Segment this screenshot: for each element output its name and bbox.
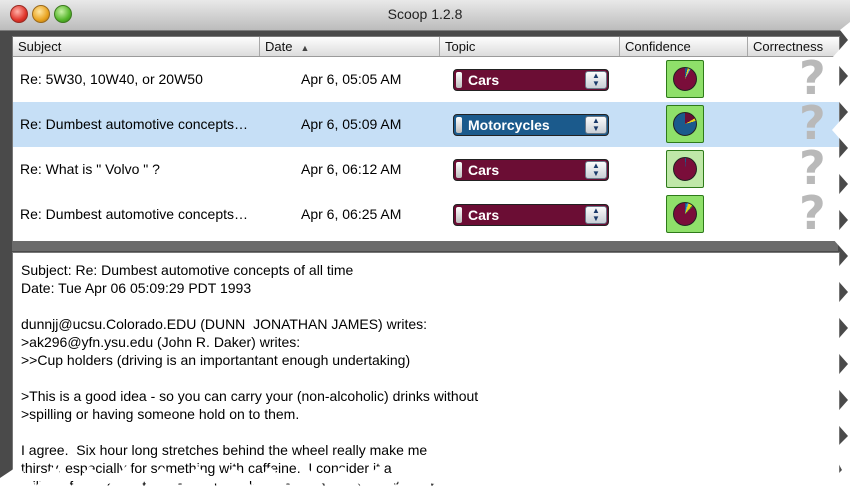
select-stepper-icon: ▲ ▼ (585, 116, 607, 134)
row-subject: Re: 5W30, 10W40, or 20W50 (20, 71, 203, 87)
column-topic-label: Topic (445, 39, 476, 54)
row-subject: Re: Dumbest automotive concepts… (20, 206, 248, 222)
topic-select[interactable]: Cars ▲ ▼ (453, 159, 609, 181)
row-date: Apr 6, 06:25 AM (301, 206, 402, 222)
column-subject-label: Subject (18, 39, 62, 54)
confidence-pie-icon (673, 157, 697, 181)
pane-splitter[interactable] (12, 241, 838, 251)
topic-label: Cars (468, 207, 500, 223)
confidence-indicator (666, 195, 704, 233)
message-row[interactable]: Re: What is " Volvo " ? Apr 6, 06:12 AM … (13, 145, 839, 192)
message-list: Subject Date ▲ Topic Confidence Correctne… (12, 36, 840, 242)
message-row[interactable]: Re: 5W30, 10W40, or 20W50 Apr 6, 05:05 A… (13, 55, 839, 102)
select-grip-icon (456, 207, 462, 223)
sort-ascending-icon: ▲ (300, 43, 310, 53)
select-stepper-icon: ▲ ▼ (585, 206, 607, 224)
column-confidence[interactable]: Confidence (620, 37, 748, 56)
app-window: Scoop 1.2.8 Subject Date ▲ Topic Confiden… (0, 0, 850, 494)
column-topic[interactable]: Topic (440, 37, 620, 56)
message-row-selected[interactable]: Re: Dumbest automotive concepts… Apr 6, … (13, 100, 839, 147)
row-date: Apr 6, 05:05 AM (301, 71, 402, 87)
confidence-indicator (666, 150, 704, 188)
topic-select[interactable]: Cars ▲ ▼ (453, 204, 609, 226)
confidence-pie-icon (673, 112, 697, 136)
column-confidence-label: Confidence (625, 39, 691, 54)
select-stepper-icon: ▲ ▼ (585, 161, 607, 179)
message-row[interactable]: Re: Dumbest automotive concepts… Apr 6, … (13, 190, 839, 237)
row-date: Apr 6, 06:12 AM (301, 161, 402, 177)
title-bar[interactable]: Scoop 1.2.8 (0, 0, 850, 31)
topic-label: Motorcycles (468, 117, 550, 133)
select-grip-icon (456, 117, 462, 133)
select-grip-icon (456, 162, 462, 178)
row-subject: Re: What is " Volvo " ? (20, 161, 160, 177)
topic-select[interactable]: Cars ▲ ▼ (453, 69, 609, 91)
confidence-indicator (666, 105, 704, 143)
column-header: Subject Date ▲ Topic Confidence Correctne… (13, 37, 839, 57)
confidence-pie-icon (673, 67, 697, 91)
column-subject[interactable]: Subject (13, 37, 260, 56)
topic-label: Cars (468, 72, 500, 88)
row-date: Apr 6, 05:09 AM (301, 116, 402, 132)
row-subject: Re: Dumbest automotive concepts… (20, 116, 248, 132)
correctness-unknown-icon[interactable]: ? (799, 55, 826, 101)
correctness-unknown-icon[interactable]: ? (799, 190, 826, 236)
topic-select[interactable]: Motorcycles ▲ ▼ (453, 114, 609, 136)
column-date-label: Date (265, 39, 293, 54)
column-date[interactable]: Date ▲ (260, 37, 440, 56)
message-preview: Subject: Re: Dumbest automotive concepts… (12, 252, 840, 494)
confidence-indicator (666, 60, 704, 98)
select-stepper-icon: ▲ ▼ (585, 71, 607, 89)
message-body: Subject: Re: Dumbest automotive concepts… (21, 262, 479, 494)
select-grip-icon (456, 72, 462, 88)
correctness-unknown-icon[interactable]: ? (799, 145, 826, 191)
topic-label: Cars (468, 162, 500, 178)
correctness-unknown-icon[interactable]: ? (799, 100, 826, 146)
confidence-pie-icon (673, 202, 697, 226)
window-title: Scoop 1.2.8 (387, 6, 463, 22)
